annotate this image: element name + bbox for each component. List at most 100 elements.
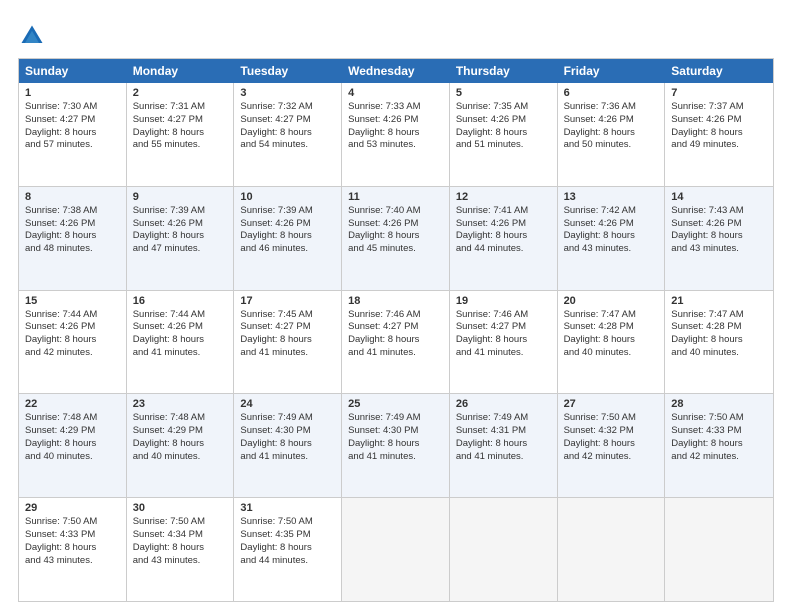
cell-info-line: Daylight: 8 hours (564, 438, 659, 451)
header-day-monday: Monday (127, 59, 235, 83)
cell-info-line: Sunset: 4:27 PM (25, 114, 120, 127)
cell-info-line: Sunset: 4:28 PM (564, 321, 659, 334)
cell-info-line: and 46 minutes. (240, 243, 335, 256)
cell-info-line: Daylight: 8 hours (133, 230, 228, 243)
cell-info-line: Sunrise: 7:31 AM (133, 101, 228, 114)
cell-info-line: Sunrise: 7:33 AM (348, 101, 443, 114)
cell-info-line: and 40 minutes. (133, 451, 228, 464)
cell-info-line: Daylight: 8 hours (564, 334, 659, 347)
header-day-tuesday: Tuesday (234, 59, 342, 83)
calendar-cell: 13Sunrise: 7:42 AMSunset: 4:26 PMDayligh… (558, 187, 666, 290)
calendar-row-5: 29Sunrise: 7:50 AMSunset: 4:33 PMDayligh… (19, 498, 773, 601)
day-number: 2 (133, 87, 228, 99)
calendar-cell: 5Sunrise: 7:35 AMSunset: 4:26 PMDaylight… (450, 83, 558, 186)
cell-info-line: Sunrise: 7:38 AM (25, 205, 120, 218)
cell-info-line: and 54 minutes. (240, 139, 335, 152)
cell-info-line: Sunrise: 7:46 AM (456, 309, 551, 322)
cell-info-line: Daylight: 8 hours (564, 127, 659, 140)
cell-info-line: Sunset: 4:26 PM (671, 114, 767, 127)
logo-icon (18, 22, 46, 50)
cell-info-line: Sunset: 4:26 PM (25, 218, 120, 231)
cell-info-line: and 42 minutes. (25, 347, 120, 360)
cell-info-line: Sunset: 4:27 PM (133, 114, 228, 127)
cell-info-line: Sunset: 4:26 PM (564, 114, 659, 127)
cell-info-line: Sunset: 4:26 PM (133, 218, 228, 231)
cell-info-line: Sunset: 4:33 PM (25, 529, 120, 542)
cell-info-line: Sunset: 4:26 PM (456, 114, 551, 127)
day-number: 11 (348, 191, 443, 203)
cell-info-line: Daylight: 8 hours (348, 230, 443, 243)
cell-info-line: and 41 minutes. (133, 347, 228, 360)
cell-info-line: Sunrise: 7:35 AM (456, 101, 551, 114)
cell-info-line: and 42 minutes. (671, 451, 767, 464)
cell-info-line: and 44 minutes. (240, 555, 335, 568)
calendar-cell: 14Sunrise: 7:43 AMSunset: 4:26 PMDayligh… (665, 187, 773, 290)
calendar-cell: 1Sunrise: 7:30 AMSunset: 4:27 PMDaylight… (19, 83, 127, 186)
calendar-cell: 22Sunrise: 7:48 AMSunset: 4:29 PMDayligh… (19, 394, 127, 497)
day-number: 25 (348, 398, 443, 410)
calendar-row-1: 1Sunrise: 7:30 AMSunset: 4:27 PMDaylight… (19, 83, 773, 187)
cell-info-line: and 47 minutes. (133, 243, 228, 256)
calendar-row-4: 22Sunrise: 7:48 AMSunset: 4:29 PMDayligh… (19, 394, 773, 498)
cell-info-line: Sunset: 4:32 PM (564, 425, 659, 438)
day-number: 9 (133, 191, 228, 203)
day-number: 17 (240, 295, 335, 307)
cell-info-line: Daylight: 8 hours (25, 334, 120, 347)
cell-info-line: and 40 minutes. (25, 451, 120, 464)
calendar-cell: 19Sunrise: 7:46 AMSunset: 4:27 PMDayligh… (450, 291, 558, 394)
cell-info-line: and 51 minutes. (456, 139, 551, 152)
cell-info-line: Sunrise: 7:32 AM (240, 101, 335, 114)
cell-info-line: Daylight: 8 hours (456, 438, 551, 451)
cell-info-line: and 49 minutes. (671, 139, 767, 152)
day-number: 6 (564, 87, 659, 99)
cell-info-line: Sunset: 4:31 PM (456, 425, 551, 438)
calendar-cell: 6Sunrise: 7:36 AMSunset: 4:26 PMDaylight… (558, 83, 666, 186)
cell-info-line: Sunset: 4:33 PM (671, 425, 767, 438)
cell-info-line: and 43 minutes. (133, 555, 228, 568)
cell-info-line: Sunrise: 7:49 AM (456, 412, 551, 425)
day-number: 5 (456, 87, 551, 99)
calendar-cell: 9 Sunrise: 7:39 AMSunset: 4:26 PMDaylight… (127, 187, 235, 290)
calendar-cell: 29Sunrise: 7:50 AMSunset: 4:33 PMDayligh… (19, 498, 127, 601)
calendar-cell (450, 498, 558, 601)
calendar-header: SundayMondayTuesdayWednesdayThursdayFrid… (19, 59, 773, 83)
day-number: 24 (240, 398, 335, 410)
cell-info-line: Sunrise: 7:39 AM (133, 205, 228, 218)
cell-info-line: Sunset: 4:26 PM (240, 218, 335, 231)
header-day-thursday: Thursday (450, 59, 558, 83)
header (18, 18, 774, 50)
calendar-cell: 16Sunrise: 7:44 AMSunset: 4:26 PMDayligh… (127, 291, 235, 394)
page: SundayMondayTuesdayWednesdayThursdayFrid… (0, 0, 792, 612)
cell-info-line: Daylight: 8 hours (456, 334, 551, 347)
cell-info-line: Sunrise: 7:30 AM (25, 101, 120, 114)
cell-info-line: and 41 minutes. (456, 347, 551, 360)
cell-info-line: Sunset: 4:27 PM (456, 321, 551, 334)
calendar-cell: 3Sunrise: 7:32 AMSunset: 4:27 PMDaylight… (234, 83, 342, 186)
cell-info-line: Daylight: 8 hours (240, 438, 335, 451)
cell-info-line: Daylight: 8 hours (456, 230, 551, 243)
calendar-cell: 18Sunrise: 7:46 AMSunset: 4:27 PMDayligh… (342, 291, 450, 394)
cell-info-line: Sunset: 4:26 PM (133, 321, 228, 334)
cell-info-line: Daylight: 8 hours (671, 127, 767, 140)
day-number: 4 (348, 87, 443, 99)
cell-info-line: Sunset: 4:27 PM (240, 321, 335, 334)
day-number: 28 (671, 398, 767, 410)
cell-info-line: Daylight: 8 hours (25, 127, 120, 140)
cell-info-line: and 48 minutes. (25, 243, 120, 256)
cell-info-line: Daylight: 8 hours (25, 230, 120, 243)
day-number: 13 (564, 191, 659, 203)
calendar-cell: 4Sunrise: 7:33 AMSunset: 4:26 PMDaylight… (342, 83, 450, 186)
day-number: 3 (240, 87, 335, 99)
logo (18, 22, 48, 50)
day-number: 7 (671, 87, 767, 99)
cell-info-line: Daylight: 8 hours (671, 230, 767, 243)
day-number: 30 (133, 502, 228, 514)
cell-info-line: Daylight: 8 hours (348, 334, 443, 347)
header-day-friday: Friday (558, 59, 666, 83)
cell-info-line: Daylight: 8 hours (133, 127, 228, 140)
day-number: 14 (671, 191, 767, 203)
day-number: 15 (25, 295, 120, 307)
calendar-row-3: 15Sunrise: 7:44 AMSunset: 4:26 PMDayligh… (19, 291, 773, 395)
cell-info-line: Daylight: 8 hours (671, 334, 767, 347)
cell-info-line: Sunset: 4:26 PM (456, 218, 551, 231)
